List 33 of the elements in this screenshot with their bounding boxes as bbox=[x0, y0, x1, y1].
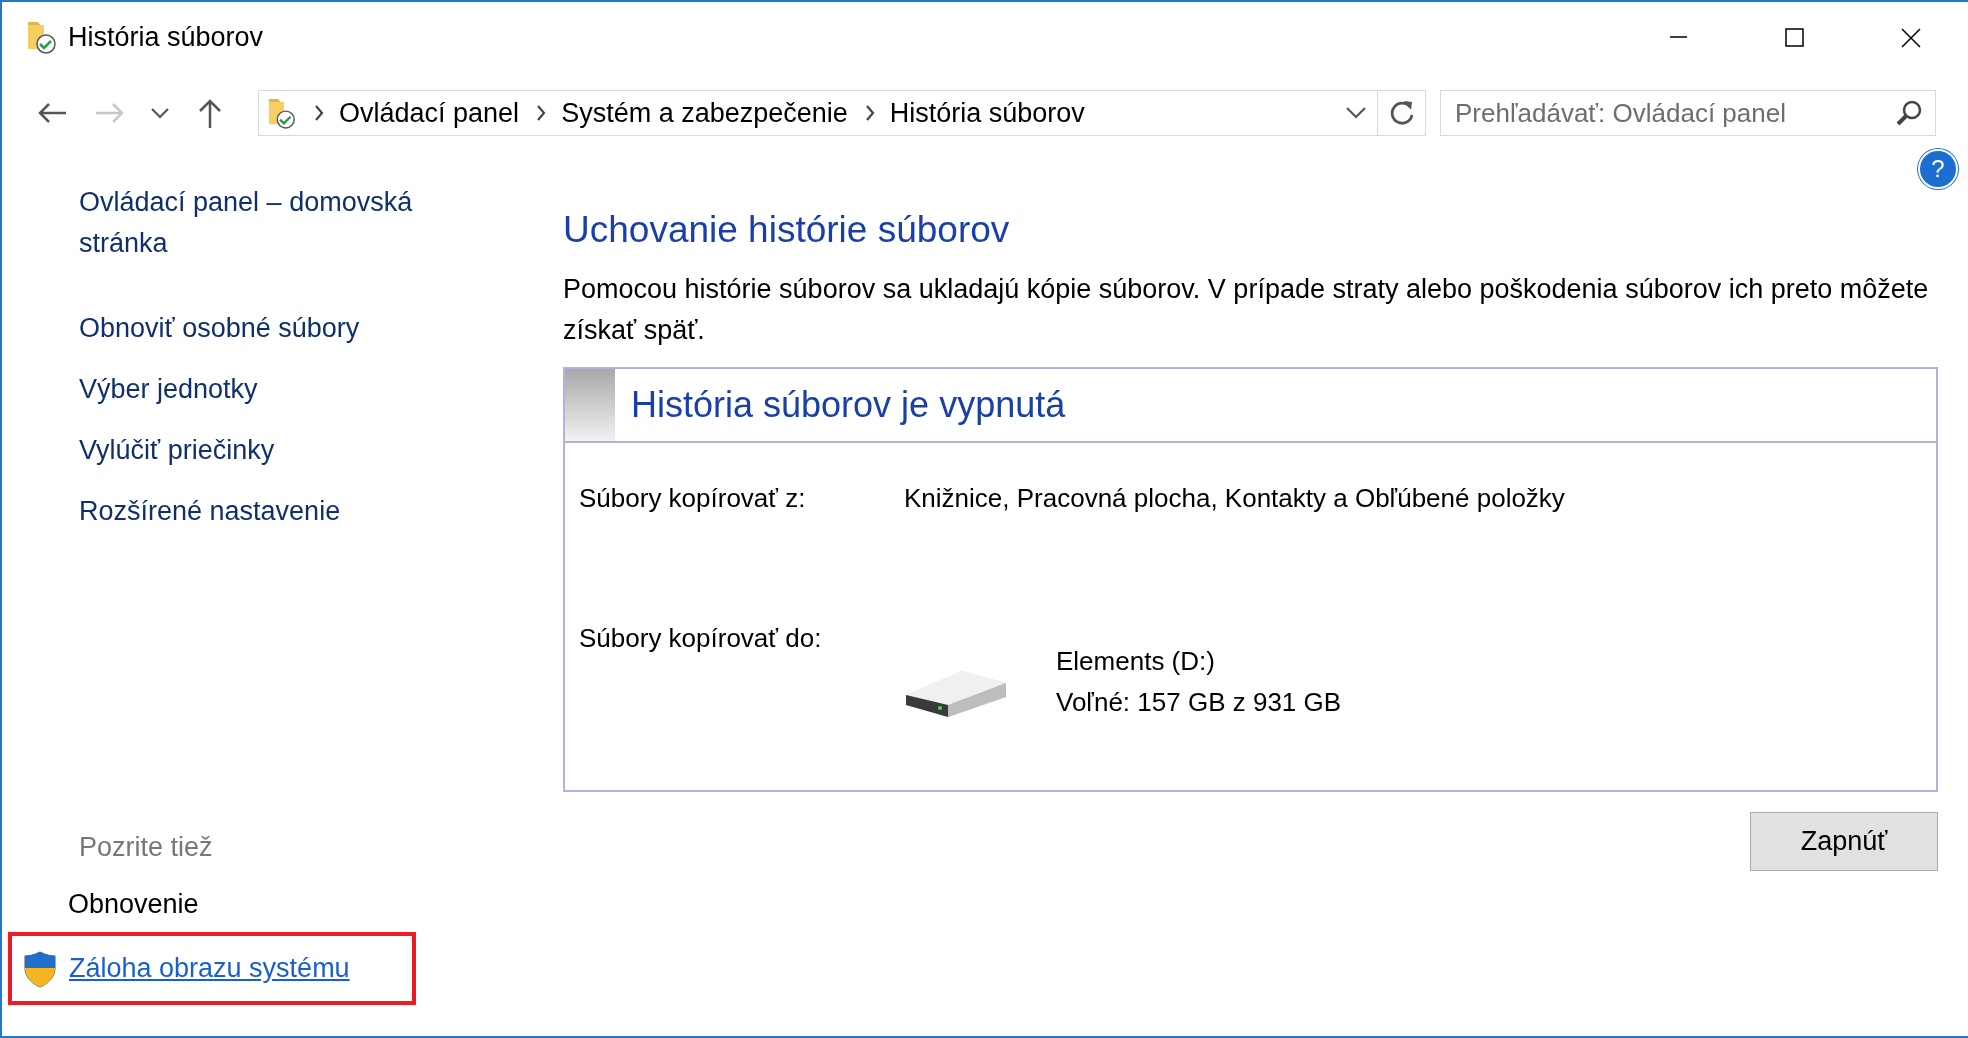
chevron-right-icon bbox=[313, 104, 325, 122]
chevron-down-icon[interactable] bbox=[150, 107, 170, 119]
source-label: Súbory kopírovať z: bbox=[579, 483, 807, 515]
destination-label: Súbory kopírovať do: bbox=[579, 623, 823, 654]
sidebar-link[interactable]: Ovládací panel – domovská stránka bbox=[79, 182, 469, 264]
sidebar-link[interactable]: Záloha obrazu systému bbox=[69, 953, 350, 984]
sidebar-link[interactable]: Obnovenie bbox=[68, 889, 199, 920]
page-heading: Uchovanie histórie súborov bbox=[563, 209, 1011, 251]
breadcrumb[interactable]: História súborov bbox=[889, 97, 1085, 129]
window-title: História súborov bbox=[68, 21, 264, 53]
sidebar-link[interactable]: Vylúčiť priečinky bbox=[79, 430, 469, 471]
turn-on-button[interactable]: Zapnúť bbox=[1750, 812, 1938, 871]
search-icon[interactable] bbox=[1895, 99, 1923, 127]
search-field[interactable]: Prehľadávať: Ovládací panel bbox=[1440, 90, 1936, 136]
chevron-down-icon[interactable] bbox=[1345, 106, 1367, 120]
shield-icon bbox=[23, 949, 57, 988]
free-space-text: Voľné: 157 GB z 931 GB bbox=[1056, 686, 1342, 719]
breadcrumb[interactable]: Ovládací panel bbox=[339, 97, 520, 129]
source-value: Knižnice, Pracovná plocha, Kontakty a Obľúbené položky bbox=[904, 483, 1565, 515]
help-button[interactable]: ? bbox=[1918, 149, 1958, 189]
back-arrow-icon[interactable] bbox=[36, 101, 68, 125]
status-title: História súborov je vypnutá bbox=[631, 384, 1066, 426]
drive-name: Elements (D:) bbox=[1056, 645, 1216, 678]
status-indicator bbox=[565, 369, 615, 441]
description-text: Pomocou histórie súborov sa ukladajú kópie súborov. V prípade straty alebo poškodenia súborov ich preto môžete získať späť. bbox=[563, 273, 1930, 347]
sidebar-link[interactable]: Obnoviť osobné súbory bbox=[79, 308, 469, 349]
breadcrumb[interactable]: Systém a zabezpečenie bbox=[561, 97, 848, 129]
see-also-heading: Pozrite tiež bbox=[79, 832, 214, 863]
sidebar-link[interactable]: Rozšírené nastavenie bbox=[79, 491, 469, 532]
chevron-right-icon bbox=[535, 104, 548, 122]
chevron-right-icon bbox=[863, 104, 876, 122]
sidebar-link[interactable]: Výber jednotky bbox=[79, 369, 469, 410]
up-arrow-icon[interactable] bbox=[197, 97, 223, 129]
